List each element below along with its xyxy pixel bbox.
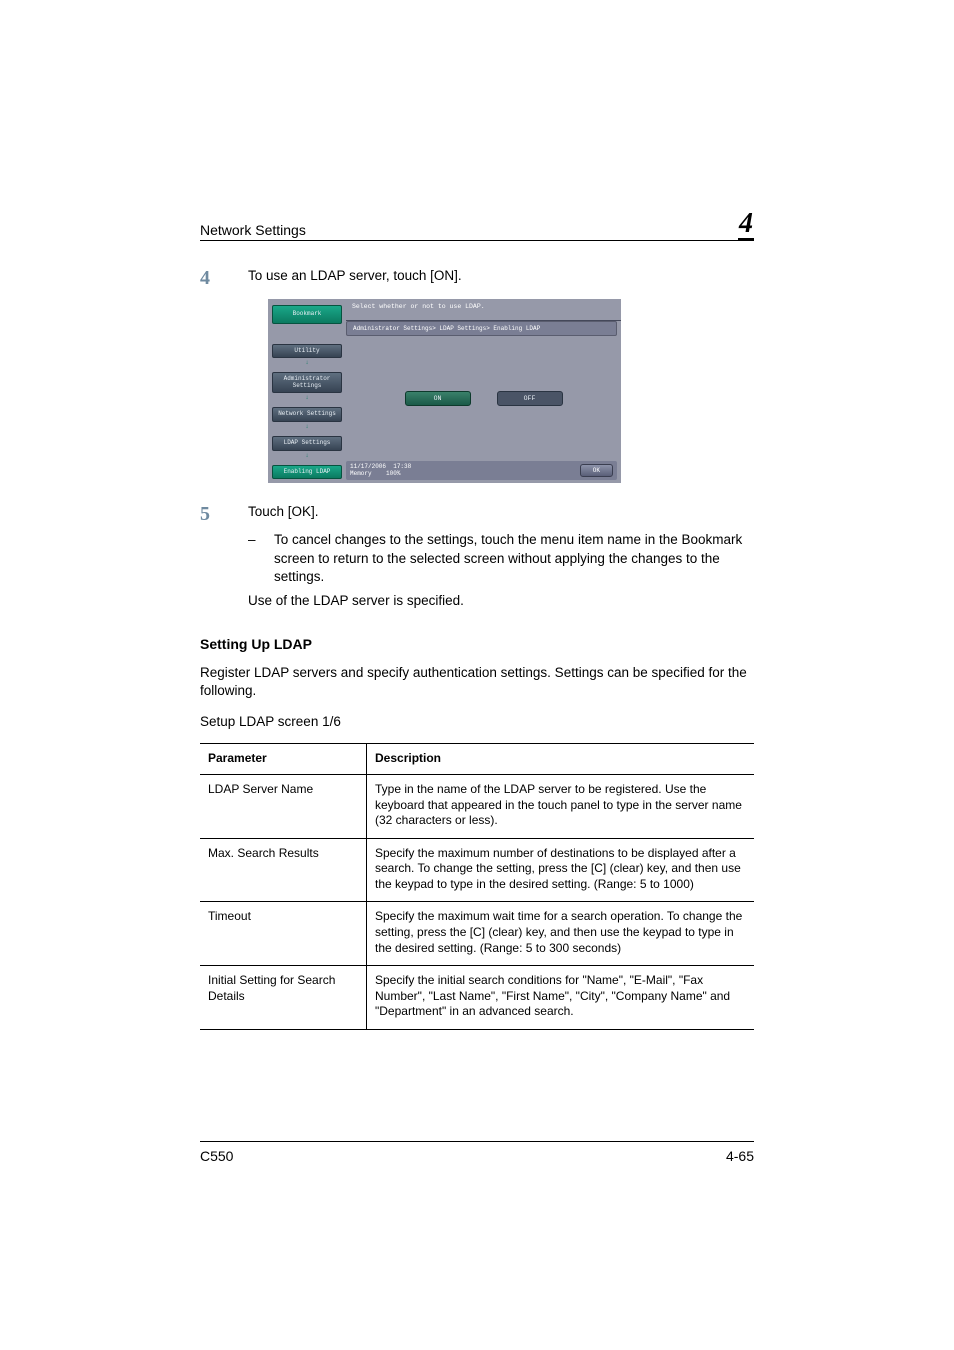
- table-row: Max. Search Results Specify the maximum …: [200, 838, 754, 902]
- td-desc: Specify the maximum number of destinatio…: [367, 838, 755, 902]
- page-footer: C550 4-65: [200, 1141, 754, 1164]
- sidebar-item-utility[interactable]: Utility: [272, 344, 342, 359]
- td-param: LDAP Server Name: [200, 774, 367, 838]
- td-desc: Specify the maximum wait time for a sear…: [367, 902, 755, 966]
- step-4: 4 To use an LDAP server, touch [ON].: [200, 267, 754, 289]
- device-top-message: Select whether or not to use LDAP.: [346, 299, 621, 321]
- step-5-subitem: – To cancel changes to the settings, tou…: [248, 531, 754, 586]
- td-param: Timeout: [200, 902, 367, 966]
- down-arrow-icon: ↓: [272, 394, 342, 401]
- down-arrow-icon: ↓: [272, 452, 342, 459]
- td-desc: Specify the initial search conditions fo…: [367, 966, 755, 1030]
- device-main: Select whether or not to use LDAP. Admin…: [346, 299, 621, 483]
- option-on-button[interactable]: ON: [405, 391, 471, 406]
- table-row: LDAP Server Name Type in the name of the…: [200, 774, 754, 838]
- step-4-body: To use an LDAP server, touch [ON].: [248, 267, 754, 285]
- step-5: 5 Touch [OK]. – To cancel changes to the…: [200, 503, 754, 610]
- sidebar-item-ldap[interactable]: LDAP Settings: [272, 436, 342, 451]
- step-number: 5: [200, 503, 248, 525]
- sidebar-item-enabling-ldap[interactable]: Enabling LDAP: [272, 465, 342, 480]
- section-text-2: Setup LDAP screen 1/6: [200, 713, 754, 731]
- step-5-sub-text: To cancel changes to the settings, touch…: [274, 531, 754, 586]
- td-desc: Type in the name of the LDAP server to b…: [367, 774, 755, 838]
- step-5-body: Touch [OK]. – To cancel changes to the s…: [248, 503, 754, 610]
- page: Network Settings 4 4 To use an LDAP serv…: [0, 0, 954, 1350]
- header-title: Network Settings: [200, 222, 306, 238]
- table-header-row: Parameter Description: [200, 743, 754, 774]
- page-header: Network Settings 4: [200, 210, 754, 241]
- bookmark-button[interactable]: Bookmark: [272, 305, 342, 324]
- td-param: Max. Search Results: [200, 838, 367, 902]
- option-off-button[interactable]: OFF: [497, 391, 563, 406]
- footer-model: C550: [200, 1148, 233, 1164]
- device-datetime: 11/17/2006 17:38 Memory 100%: [350, 464, 411, 477]
- device-memory-label: Memory: [350, 470, 372, 477]
- th-description: Description: [367, 743, 755, 774]
- parameter-table: Parameter Description LDAP Server Name T…: [200, 743, 754, 1030]
- section-heading: Setting Up LDAP: [200, 636, 754, 652]
- section-text-1: Register LDAP servers and specify authen…: [200, 664, 754, 700]
- step-number: 4: [200, 267, 248, 289]
- td-param: Initial Setting for Search Details: [200, 966, 367, 1030]
- device-sidebar: Bookmark Utility ↓ Administrator Setting…: [268, 299, 346, 483]
- step-4-text: To use an LDAP server, touch [ON].: [248, 268, 462, 283]
- step-5-text: Touch [OK].: [248, 504, 319, 519]
- footer-page-number: 4-65: [726, 1148, 754, 1164]
- down-arrow-icon: ↓: [272, 423, 342, 430]
- device-memory-value: 100%: [386, 470, 400, 477]
- table-row: Initial Setting for Search Details Speci…: [200, 966, 754, 1030]
- down-arrow-icon: ↓: [272, 359, 342, 366]
- device-status-bar: 11/17/2006 17:38 Memory 100% OK: [346, 461, 617, 480]
- ok-button[interactable]: OK: [580, 464, 613, 477]
- step-5-result: Use of the LDAP server is specified.: [248, 592, 754, 610]
- device-options: ON OFF: [346, 336, 621, 461]
- sidebar-item-network[interactable]: Network Settings: [272, 407, 342, 422]
- sidebar-item-admin[interactable]: Administrator Settings: [272, 372, 342, 393]
- table-row: Timeout Specify the maximum wait time fo…: [200, 902, 754, 966]
- th-parameter: Parameter: [200, 743, 367, 774]
- chapter-number: 4: [738, 210, 754, 241]
- dash-bullet: –: [248, 531, 274, 586]
- device-breadcrumb: Administrator Settings> LDAP Settings> E…: [346, 321, 617, 336]
- device-screenshot: Bookmark Utility ↓ Administrator Setting…: [268, 299, 621, 483]
